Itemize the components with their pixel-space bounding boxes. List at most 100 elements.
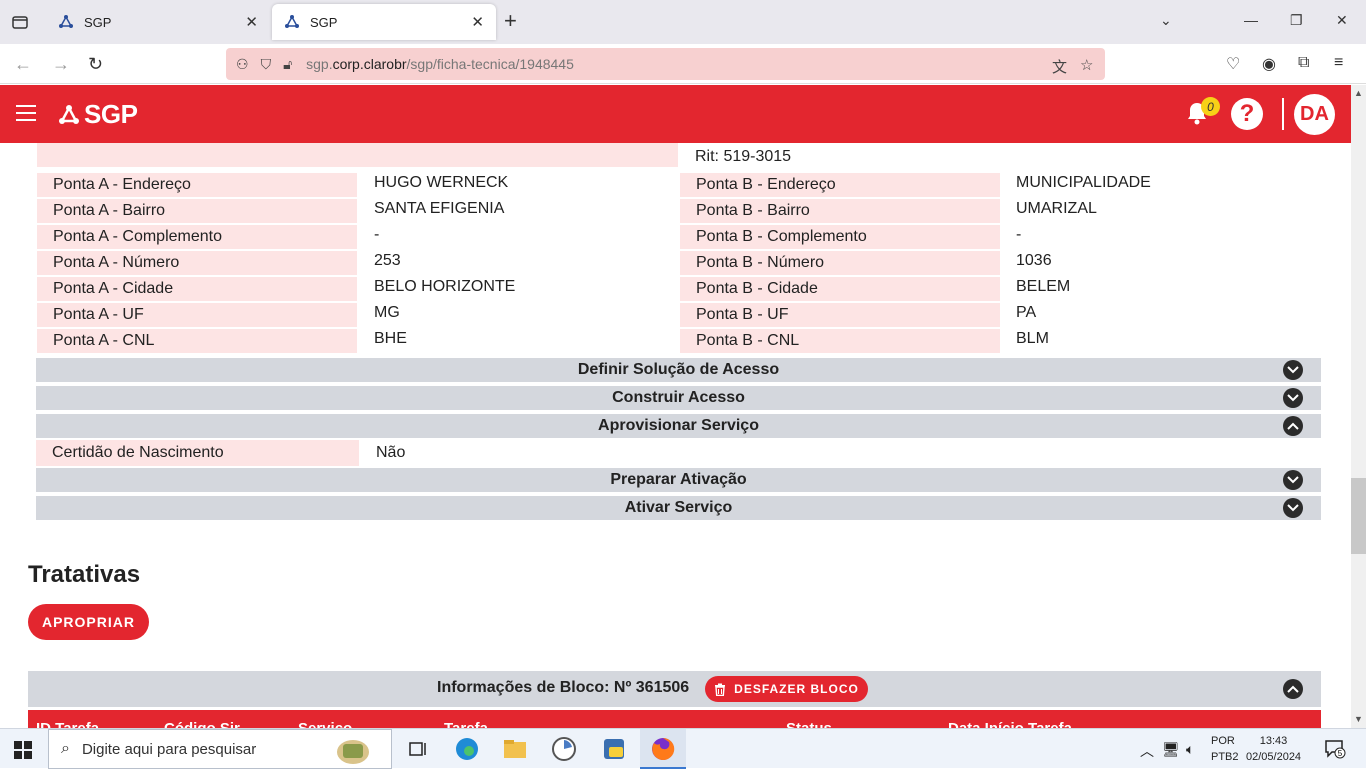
clock-date: 02/05/2024 [1246, 751, 1302, 763]
window-close-icon[interactable]: ✕ [1336, 12, 1348, 29]
page-scrollbar[interactable] [1351, 85, 1366, 728]
menu-icon[interactable]: ≡ [1334, 54, 1343, 72]
chevron-down-icon[interactable]: ⌄ [1160, 12, 1172, 29]
reload-icon[interactable]: ↻ [88, 54, 103, 74]
section-construir-acesso[interactable]: Construir Acesso [36, 386, 1321, 410]
close-icon[interactable]: ✕ [471, 13, 484, 31]
task-view-icon[interactable] [404, 735, 432, 763]
firefox-icon[interactable] [649, 735, 677, 763]
taskbar-clock[interactable]: 13:43 02/05/2024 [1246, 733, 1301, 765]
chevron-down-icon[interactable] [1283, 470, 1303, 490]
network-icon[interactable]: 🖥︎ [1162, 741, 1180, 758]
certidao-value: Não [376, 444, 406, 461]
ficha-tecnica-content: Rit: 519-3015 Ponta A - Endereço HUGO WER… [0, 143, 1351, 728]
new-tab-button[interactable]: + [504, 10, 517, 32]
shield-icon[interactable]: ⛉ [261, 56, 272, 73]
ponta-b-label: Ponta B - Cidade [680, 277, 1000, 301]
forward-arrow-icon[interactable]: → [52, 54, 70, 74]
pocket-icon[interactable]: ♡ [1226, 54, 1240, 74]
hamburger-menu-icon[interactable] [16, 105, 36, 126]
file-explorer-icon[interactable] [501, 735, 529, 763]
column-header[interactable]: Tarefa [444, 720, 488, 728]
sgp-favicon-icon [285, 15, 299, 28]
ponta-b-value: BELEM [1016, 278, 1071, 295]
account-icon[interactable]: ◉ [1262, 54, 1276, 74]
scrollbar-thumb[interactable] [1351, 478, 1366, 554]
tab-list-icon[interactable] [8, 10, 32, 34]
column-header[interactable]: Serviço [298, 720, 352, 728]
bloco-title: Informações de Bloco: Nº 361506 [437, 679, 690, 696]
browser-tab-2[interactable]: SGP ✕ [272, 4, 496, 40]
browser-toolbar: ← → ↻ ⚇ ⛉ 🔓︎ sgp.corp.clarobr/sgp/ficha-… [0, 44, 1366, 84]
back-arrow-icon[interactable]: ← [14, 54, 32, 74]
close-icon[interactable]: ✕ [245, 13, 258, 31]
tracking-icon[interactable]: ⚇ [236, 56, 249, 73]
section-ativar-servico[interactable]: Ativar Serviço [36, 496, 1321, 520]
ponta-a-value: 253 [374, 252, 401, 269]
input-language[interactable]: POR PTB2 [1211, 733, 1239, 765]
extensions-icon[interactable]: ⧉ [1298, 54, 1309, 72]
windows-taskbar: ⌕ Digite aqui para pesquisar ︿ 🖥︎ 🔈︎ POR… [0, 728, 1366, 769]
chevron-up-icon[interactable] [1283, 679, 1303, 699]
ponta-b-label: Ponta B - Complemento [680, 225, 1000, 249]
ponta-b-value: BLM [1016, 330, 1049, 347]
column-header[interactable]: Status [786, 720, 832, 728]
ponta-b-value: PA [1016, 304, 1037, 321]
insecure-lock-icon[interactable]: 🔓︎ [283, 56, 292, 73]
rit-value: Rit: 519-3015 [695, 148, 792, 165]
desfazer-bloco-button[interactable]: DESFAZER BLOCO [705, 676, 868, 702]
chevron-up-icon[interactable] [1283, 416, 1303, 436]
ponta-a-label: Ponta A - UF [37, 303, 357, 327]
column-header[interactable]: ID Tarefa [36, 720, 99, 728]
restore-icon[interactable]: ❐ [1290, 12, 1303, 29]
ponta-a-value: BHE [374, 330, 407, 347]
section-title: Ativar Serviço [624, 499, 733, 516]
search-icon: ⌕ [61, 740, 70, 757]
ponta-a-label: Ponta A - Endereço [37, 173, 357, 197]
apropriar-button[interactable]: APROPRIAR [28, 604, 149, 640]
section-title: Definir Solução de Acesso [577, 361, 780, 378]
ponta-a-value: MG [374, 304, 400, 321]
clock-app-icon[interactable] [550, 735, 578, 763]
ponta-b-label: Ponta B - Número [680, 251, 1000, 275]
windows-start-icon[interactable] [14, 741, 32, 764]
avatar[interactable]: DA [1294, 94, 1335, 135]
ponta-b-value: MUNICIPALIDADE [1016, 174, 1151, 191]
edge-icon[interactable] [453, 735, 481, 763]
section-definir-solucao[interactable]: Definir Solução de Acesso [36, 358, 1321, 382]
ponta-a-label: Ponta A - CNL [37, 329, 357, 353]
ponta-b-label: Ponta B - Bairro [680, 199, 1000, 223]
brand-name: SGP [84, 99, 138, 129]
chevron-down-icon[interactable] [1283, 388, 1303, 408]
search-highlight-icon [333, 734, 373, 770]
section-aprovisionar-servico[interactable]: Aprovisionar Serviço [36, 414, 1321, 438]
minimize-icon[interactable]: — [1244, 12, 1258, 28]
clock-time: 13:43 [1259, 735, 1288, 747]
section-preparar-ativacao[interactable]: Preparar Ativação [36, 468, 1321, 492]
chevron-down-icon[interactable] [1283, 360, 1303, 380]
bookmark-star-icon[interactable]: ☆ [1080, 56, 1093, 74]
volume-muted-icon[interactable]: 🔈︎ [1186, 741, 1194, 758]
chevron-down-icon[interactable] [1283, 498, 1303, 518]
ponta-a-value: - [374, 226, 380, 243]
certidao-label: Certidão de Nascimento [36, 440, 359, 466]
ponta-a-value: BELO HORIZONTE [374, 278, 516, 295]
url-bar[interactable]: ⚇ ⛉ 🔓︎ sgp.corp.clarobr/sgp/ficha-tecnic… [226, 48, 1105, 80]
tray-chevron-up-icon[interactable]: ︿ [1140, 741, 1154, 761]
ponta-b-value: - [1016, 226, 1022, 243]
help-button[interactable]: ? [1231, 98, 1263, 130]
column-header[interactable]: Data Início Tarefa [948, 720, 1072, 728]
scroll-up-icon[interactable]: ▲ [1354, 88, 1363, 98]
ponta-a-label: Ponta A - Número [37, 251, 357, 275]
ponta-b-value: UMARIZAL [1016, 200, 1097, 217]
notification-center-icon[interactable]: 5 [1324, 739, 1346, 764]
ponta-b-label: Ponta B - UF [680, 303, 1000, 327]
python-icon[interactable] [600, 735, 628, 763]
scroll-down-icon[interactable]: ▼ [1354, 714, 1363, 724]
bloco-table-header: ID Tarefa Código Sir Serviço Tarefa Stat… [28, 710, 1321, 728]
translate-icon[interactable]: 文 [1052, 56, 1067, 77]
browser-tab-1[interactable]: SGP ✕ [46, 4, 270, 40]
taskbar-search[interactable]: ⌕ Digite aqui para pesquisar [48, 729, 392, 769]
sgp-logo[interactable]: SGP [58, 99, 138, 130]
column-header[interactable]: Código Sir [164, 720, 240, 728]
